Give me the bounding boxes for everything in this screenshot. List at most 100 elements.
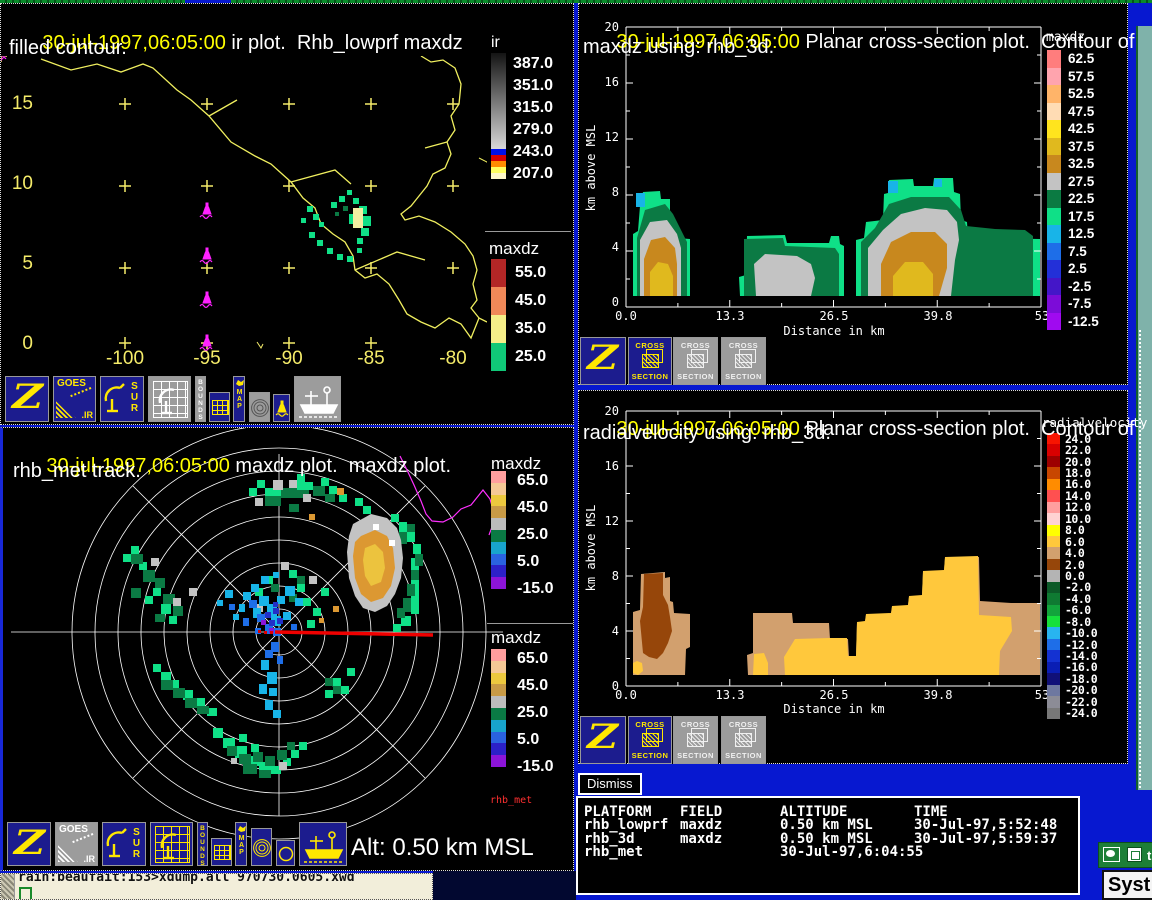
zeb-logo-button[interactable]: Z [7,822,51,866]
satellite-map-plot[interactable] [1,56,487,378]
colorbar-swatch [1047,120,1061,138]
radialvelocity-colorbar: 24.022.020.018.016.014.012.010.08.06.04.… [1047,433,1097,719]
colorbar-swatch [1047,639,1060,650]
ship-button[interactable] [294,376,341,422]
radar-sur-button[interactable]: SUR [100,376,144,422]
cross-section-button-3[interactable]: CROSS SECTION [721,716,766,764]
colorbar-swatch [1047,570,1060,581]
map-button[interactable]: MAP [233,376,245,422]
cube-icon [735,354,752,368]
goes-ir-button[interactable]: GOES .IR [53,376,96,422]
map-button[interactable]: MAP [235,822,247,866]
colorbar-swatch [1047,278,1061,296]
zeb-logo-button[interactable]: Z [580,337,626,385]
colorbar-swatch [491,495,506,507]
z-logo-icon: Z [14,823,45,863]
colorbar-value: 47.5 [1068,104,1094,119]
satellite-icon [58,845,78,862]
colorbar-value: 25.0 [517,699,553,726]
bounds-label: BOUNDS [199,825,206,866]
colorbar-value: 315.0 [513,97,553,119]
range-rings-button[interactable] [249,392,270,422]
map-icon [235,378,245,388]
zeb-logo-button[interactable]: Z [5,376,49,422]
terminal-cursor [19,887,32,900]
lon-tick-label: -85 [330,348,412,370]
colorbar-value: -2.5 [1068,279,1091,294]
map-lat-axis: 151050 [7,64,33,384]
goes-ir-button[interactable]: GOES .IR [55,822,98,866]
buoy-button[interactable] [273,394,290,422]
colorbar-swatch [1047,673,1060,684]
terminal-scrollbar[interactable] [1,874,15,899]
goes-label: GOES [57,378,86,389]
satellite-icon [56,401,76,418]
radar-sur-button[interactable]: SUR [102,822,146,866]
grid-radar-button[interactable] [150,822,193,866]
colorbar-value: 65.0 [517,645,553,672]
colorbar-value: 351.0 [513,75,553,97]
lat-tick-label: 10 [7,144,33,224]
cube-icon [687,733,704,747]
sur-label: SUR [131,827,142,860]
colorbar-swatch [491,743,506,755]
colorbar-swatch [1047,536,1060,547]
colorbar-value: 25.0 [517,521,553,548]
contour-fill [633,178,1040,296]
colorbar-value: -15.0 [517,575,553,602]
ir-colorbar-extra [491,149,506,179]
colorbar-value: 5.0 [517,548,553,575]
colorbar-swatch [1047,490,1060,501]
ship-button[interactable] [299,822,347,866]
cross-section-button-active[interactable]: CROSS SECTION [628,716,672,764]
cross-section-button-2[interactable]: CROSS SECTION [673,337,718,385]
colorbar-swatch [1047,85,1061,103]
colorbar-swatch [491,684,506,696]
grid-icon [212,400,229,415]
z-logo-icon: Z [12,377,43,417]
grid-radar-button[interactable] [148,376,191,422]
window-iconify-icon[interactable] [1127,847,1142,862]
terminal-window[interactable]: rain:beaufait:153>xdump.all 970730.0605.… [0,873,433,900]
small-grid-button[interactable] [211,838,232,866]
y-axis-title: km above MSL [584,498,598,598]
section-label: SECTION [632,751,669,760]
circle-button[interactable] [276,840,295,866]
dismiss-button[interactable]: Dismiss [578,773,642,795]
window-menu-icon[interactable] [1103,847,1120,862]
circle-icon [278,846,294,862]
y-tick-label: 4 [593,219,619,274]
colorbar-swatch [1047,225,1061,243]
colorbar-value: 25.0 [515,348,546,366]
colorbar-value: 27.5 [1068,174,1094,189]
cross-section-button-3[interactable]: CROSS SECTION [721,337,766,385]
colorbar-value: 45.0 [515,292,546,310]
buoy-icon [275,398,290,420]
system-window-body[interactable]: Syst [1102,870,1152,900]
cross-section-button-active[interactable]: CROSS SECTION [628,337,672,385]
colorbar-swatch [1047,243,1061,261]
panel-title: ir plot. Rhb_lowprf maxdz [226,32,463,54]
colorbar-swatch [491,542,506,554]
range-rings-button[interactable] [251,828,272,866]
cross-section-button-2[interactable]: CROSS SECTION [673,716,718,764]
x-axis-ticks: 0.013.326.539.853 [574,309,1094,323]
x-axis-ticks: 0.013.326.539.853 [574,688,1094,702]
small-grid-button[interactable] [209,392,230,422]
cube-icon [687,354,704,368]
table-header-row: PLATFORM FIELD ALTITUDE TIME [580,804,1076,817]
ir-map-panel: 30-jul-1997,06:05:00 ir plot. Rhb_lowprf… [0,3,574,425]
lon-tick-label: -90 [248,348,330,370]
bounds-button[interactable]: BOUNDS [197,822,208,866]
ir-label: .IR [83,854,95,864]
zeb-logo-button[interactable]: Z [580,716,626,764]
bounds-button[interactable]: BOUNDS [195,376,206,422]
colorbar-swatch [491,483,506,495]
colorbar-swatch [1047,708,1060,719]
altitude-readout: Alt: 0.50 km MSL [351,834,534,862]
colorbar-swatch [1047,295,1061,313]
colorbar-value: 17.5 [1068,209,1094,224]
x-tick-label: 13.3 [678,309,782,323]
colorbar-swatch [491,287,506,315]
system-window-titlebar[interactable]: t [1098,842,1152,868]
